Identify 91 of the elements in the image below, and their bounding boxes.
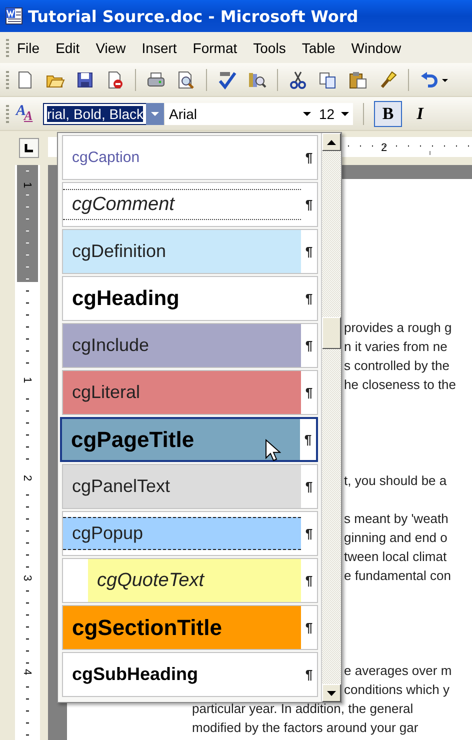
paste-icon[interactable]	[348, 70, 368, 90]
style-name: cgSectionTitle	[63, 606, 301, 649]
text-line: s controlled by the	[344, 357, 450, 375]
text-line: e fundamental con	[344, 567, 451, 585]
font-size: 12	[319, 106, 335, 122]
cut-icon[interactable]	[288, 70, 308, 90]
style-list-item[interactable]: cgPageTitle ¶	[60, 417, 318, 462]
copy-icon[interactable]	[318, 70, 338, 90]
caret-icon[interactable]	[303, 112, 311, 116]
left-tab-icon	[24, 143, 34, 153]
style-field[interactable]: rial, Bold, Black	[43, 102, 147, 124]
style-name: cgPanelText	[63, 465, 301, 508]
arrow-down-icon	[327, 690, 336, 696]
style-list-item[interactable]: cgPopup ¶	[62, 511, 318, 556]
menu-item[interactable]: Window	[351, 40, 412, 56]
paragraph-mark: ¶	[304, 243, 314, 261]
text-line: n it varies from ne	[344, 338, 448, 356]
font-size-field[interactable]: 12	[315, 102, 353, 124]
paragraph-mark: ¶	[304, 666, 314, 684]
italic-button[interactable]: I	[406, 100, 434, 126]
scrollbar[interactable]	[321, 133, 341, 702]
print-preview-icon[interactable]	[176, 70, 196, 90]
tab-stop-button[interactable]	[19, 138, 39, 158]
style-list-item[interactable]: cgDefinition ¶	[62, 229, 318, 274]
paragraph-mark: ¶	[304, 478, 314, 496]
style-name: cgComment	[63, 189, 301, 220]
text-line: he closeness to the	[344, 376, 456, 394]
text-line: s meant by 'weath	[344, 510, 448, 528]
mouse-pointer-icon	[265, 439, 281, 463]
style-name: cgPopup	[63, 517, 301, 550]
spelling-check-icon[interactable]	[217, 70, 237, 90]
style-name: cgInclude	[63, 324, 301, 367]
menu-item[interactable]: Format	[192, 40, 248, 56]
format-painter-icon[interactable]	[378, 70, 398, 90]
undo-icon[interactable]	[419, 70, 439, 90]
style-list-item[interactable]: cgComment ¶	[62, 182, 318, 227]
style-name: cgLiteral	[63, 371, 301, 414]
font-field[interactable]: Arial	[165, 102, 315, 124]
paragraph-mark: ¶	[304, 525, 314, 543]
style-list-item[interactable]: cgCaption ¶	[62, 135, 318, 180]
paragraph-mark: ¶	[303, 431, 313, 449]
text-line: particular year. In addition, the general	[192, 700, 414, 718]
style-list-item[interactable]: cgLiteral ¶	[62, 370, 318, 415]
paragraph-mark: ¶	[304, 149, 314, 167]
text-line: ginning and end o	[344, 529, 448, 547]
text-line: modified by the factors around your gar	[192, 719, 418, 737]
menu-item[interactable]: File	[17, 40, 50, 56]
printer-icon[interactable]	[146, 70, 166, 90]
text-line: e averages over m	[344, 662, 452, 680]
ruler-number: 1	[21, 182, 33, 188]
ruler-number: 2	[21, 474, 33, 482]
save-icon[interactable]	[75, 70, 95, 90]
paragraph-mark: ¶	[304, 619, 314, 637]
style-name: cgDefinition	[63, 230, 301, 273]
menu-item[interactable]: Table	[302, 40, 346, 56]
paragraph-mark: ¶	[304, 337, 314, 355]
style-list-item[interactable]: cgSectionTitle ¶	[62, 605, 318, 650]
ruler-number: 3	[21, 574, 33, 582]
style-name: cgPageTitle	[62, 419, 300, 460]
ruler-number: 2	[380, 142, 388, 154]
paragraph-mark: ¶	[304, 196, 314, 214]
paragraph-mark: ¶	[304, 572, 314, 590]
text-line: conditions which y	[344, 681, 450, 699]
menu-item[interactable]: View	[96, 40, 136, 56]
paragraph-mark: ¶	[304, 384, 314, 402]
bold-button[interactable]: B	[374, 100, 402, 126]
scroll-up-button[interactable]	[322, 133, 341, 151]
style-list-item[interactable]: cgQuoteText ¶	[62, 558, 318, 603]
style-list-item[interactable]: cgHeading ¶	[62, 276, 318, 321]
ruler-number: 1	[21, 376, 33, 384]
arrow-up-icon	[327, 140, 336, 144]
menu-item[interactable]: Tools	[253, 40, 296, 56]
style-name: cgQuoteText	[88, 559, 301, 602]
caret-icon[interactable]	[341, 112, 349, 116]
text-line: provides a rough g	[344, 319, 452, 337]
menu-item[interactable]: Edit	[56, 40, 90, 56]
scroll-thumb[interactable]	[322, 317, 341, 349]
text-line: tween local climat	[344, 548, 447, 566]
ruler-number: 4	[21, 668, 33, 676]
paragraph-mark: ¶	[304, 290, 314, 308]
font-name: Arial	[169, 106, 198, 122]
style-list-item[interactable]: cgInclude ¶	[62, 323, 318, 368]
menu-item[interactable]: Insert	[142, 40, 187, 56]
scroll-down-button[interactable]	[322, 684, 341, 702]
window-title: Tutorial Source.doc - Microsoft Word	[28, 6, 358, 26]
dropdown-button[interactable]	[146, 102, 164, 124]
text-line: t, you should be a	[344, 472, 447, 490]
style-list-item[interactable]: cgPanelText ¶	[62, 464, 318, 509]
style-list-item[interactable]: cgSubHeading ¶	[62, 652, 318, 697]
document-icon	[5, 7, 23, 25]
caret-icon	[151, 112, 159, 116]
